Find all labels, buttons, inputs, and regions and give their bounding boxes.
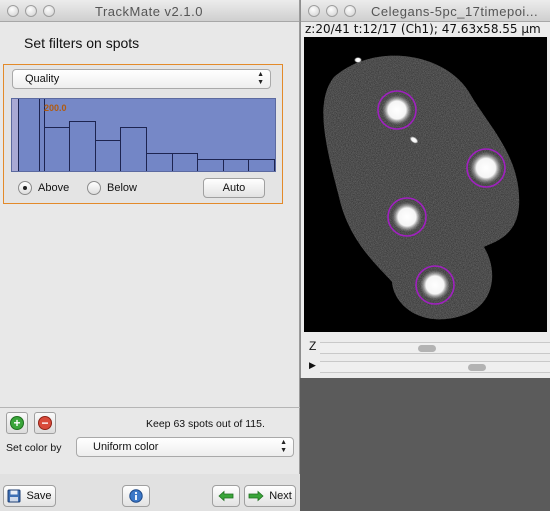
histogram-bar	[248, 159, 275, 171]
radio-above-label: Above	[38, 182, 70, 194]
add-filter-button[interactable]: +	[6, 412, 28, 434]
zoom-window-button[interactable]	[43, 5, 55, 17]
save-button[interactable]: Save	[3, 485, 56, 507]
page-title: Set filters on spots	[24, 35, 140, 51]
next-button-label: Next	[269, 490, 292, 502]
histogram-bar	[120, 126, 147, 171]
feature-select[interactable]: Quality ▲ ▼	[12, 69, 271, 89]
spot-count-text: Keep 63 spots out of 115.	[146, 418, 265, 430]
color-mode-select[interactable]: Uniform color ▲ ▼	[76, 437, 294, 457]
threshold-value: 200.0	[44, 103, 67, 113]
image-window: Celegans-5pc_17timepoi... z:20/41 t:12/1…	[300, 0, 550, 378]
feature-select-value: Quality	[25, 73, 60, 85]
spot-overlay-circle[interactable]	[466, 148, 506, 188]
floppy-disk-icon	[7, 489, 21, 503]
minimize-window-button[interactable]	[326, 5, 338, 17]
z-slider-track[interactable]	[320, 342, 550, 354]
radio-above[interactable]: Above	[18, 181, 69, 195]
radio-below-label: Below	[107, 182, 137, 194]
updown-arrows-icon: ▲ ▼	[280, 439, 287, 454]
image-canvas[interactable]	[304, 37, 547, 332]
spot-overlay-circle[interactable]	[387, 197, 427, 237]
radio-above-dot[interactable]	[18, 181, 32, 195]
t-slider[interactable]: ▶	[304, 358, 550, 374]
zoom-window-button[interactable]	[344, 5, 356, 17]
histogram-bar	[171, 153, 199, 171]
minimize-window-button[interactable]	[25, 5, 37, 17]
radio-below-dot[interactable]	[87, 181, 101, 195]
spot-overlay-circle[interactable]	[377, 90, 417, 130]
histogram-bar	[18, 99, 45, 171]
histogram-bar	[197, 159, 224, 171]
z-slider-label: Z	[309, 339, 317, 353]
arrow-right-icon	[248, 490, 264, 502]
image-info: z:20/41 t:12/17 (Ch1); 47.63x58.55 µm	[305, 22, 541, 36]
play-icon[interactable]: ▶	[309, 360, 316, 371]
info-icon	[129, 489, 143, 503]
histogram-bar	[69, 120, 96, 171]
trackmate-titlebar[interactable]: TrackMate v2.1.0	[0, 0, 299, 22]
filter-panel: Quality ▲ ▼ 200.0 Above Below Auto	[3, 64, 283, 204]
image-window-title: Celegans-5pc_17timepoi...	[371, 4, 539, 19]
auto-button[interactable]: Auto	[203, 178, 265, 198]
remove-filter-button[interactable]: −	[34, 412, 56, 434]
z-slider-knob[interactable]	[418, 345, 436, 352]
histogram-bar	[146, 153, 173, 171]
close-window-button[interactable]	[308, 5, 320, 17]
next-button[interactable]: Next	[244, 485, 296, 507]
previous-button[interactable]	[212, 485, 240, 507]
color-mode-value: Uniform color	[93, 441, 159, 453]
image-titlebar[interactable]: Celegans-5pc_17timepoi...	[301, 0, 550, 22]
minus-icon: −	[38, 416, 52, 430]
close-window-button[interactable]	[7, 5, 19, 17]
histogram-bar	[94, 139, 122, 171]
t-slider-knob[interactable]	[468, 364, 486, 371]
histogram-bar	[222, 159, 250, 171]
plus-icon: +	[10, 416, 24, 430]
updown-arrows-icon: ▲ ▼	[257, 71, 264, 86]
arrow-left-icon	[218, 490, 234, 502]
radio-below[interactable]: Below	[87, 181, 137, 195]
feature-histogram[interactable]: 200.0	[11, 98, 276, 172]
threshold-line[interactable]	[39, 99, 40, 171]
set-color-label: Set color by	[6, 442, 62, 454]
window-title: TrackMate v2.1.0	[95, 4, 203, 19]
bottom-toolbar: Save Next	[0, 474, 300, 511]
trackmate-window: TrackMate v2.1.0 Set filters on spots Qu…	[0, 0, 300, 511]
histogram-bar	[43, 126, 71, 171]
t-slider-track[interactable]	[320, 361, 550, 373]
info-button[interactable]	[122, 485, 150, 507]
divider	[0, 407, 300, 408]
spot-overlay-circle[interactable]	[415, 265, 455, 305]
save-button-label: Save	[26, 490, 52, 502]
z-slider[interactable]: Z	[304, 339, 550, 355]
